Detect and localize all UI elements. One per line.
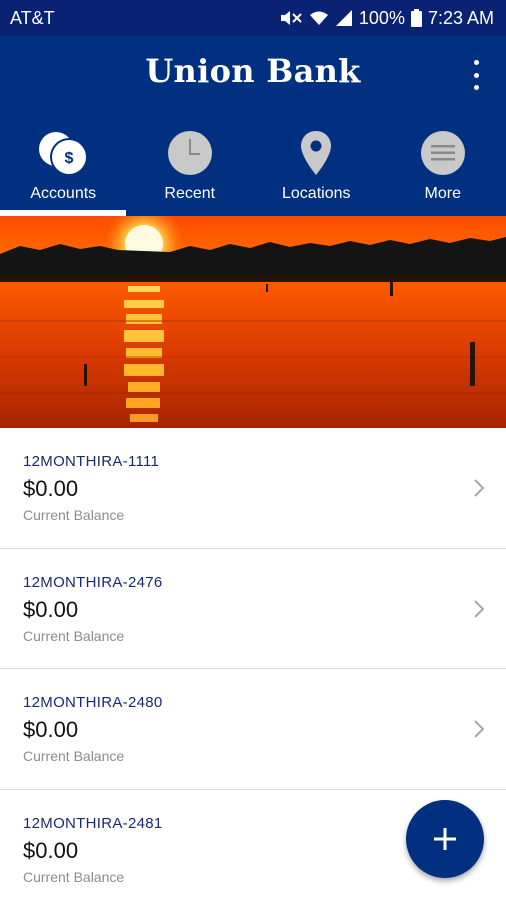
chevron-right-icon	[474, 599, 485, 618]
account-row[interactable]: 12MONTHIRA-1111 $0.00 Current Balance	[0, 428, 506, 549]
tab-bar: $ Accounts Recent Locations More	[0, 112, 506, 216]
app-bar: Union Bank	[0, 36, 506, 112]
tab-locations-label: Locations	[282, 185, 351, 202]
status-bar: AT&T 100% 7:23 AM	[0, 0, 506, 36]
tab-accounts[interactable]: $ Accounts	[0, 112, 127, 216]
tab-more-label: More	[424, 185, 461, 202]
wifi-icon	[309, 9, 329, 27]
battery-icon	[410, 9, 422, 27]
clock-icon	[167, 128, 213, 178]
account-balance: $0.00	[23, 596, 79, 622]
balance-caption: Current Balance	[23, 507, 125, 523]
sunset-banner-image	[0, 216, 506, 428]
status-indicators: 100% 7:23 AM	[279, 8, 494, 29]
account-name: 12MONTHIRA-2476	[23, 573, 163, 591]
menu-icon	[420, 128, 466, 178]
account-name: 12MONTHIRA-1111	[23, 453, 160, 470]
tab-recent[interactable]: Recent	[127, 112, 254, 216]
mute-icon	[279, 9, 303, 27]
tab-locations[interactable]: Locations	[253, 112, 380, 216]
account-row[interactable]: 12MONTHIRA-2476 $0.00 Current Balance	[0, 548, 506, 669]
account-balance: $0.00	[23, 717, 79, 742]
more-vert-icon[interactable]	[468, 60, 484, 90]
coins-icon: $	[36, 128, 90, 178]
clock-time: 7:23 AM	[427, 7, 494, 28]
add-button[interactable]	[406, 800, 484, 878]
app-title: Union Bank	[145, 52, 361, 90]
svg-text:$: $	[65, 150, 74, 167]
battery-percent: 100%	[358, 7, 405, 28]
account-balance: $0.00	[23, 476, 79, 501]
map-pin-icon	[299, 128, 333, 178]
chevron-right-icon	[474, 479, 485, 497]
balance-caption: Current Balance	[23, 868, 125, 885]
tab-recent-label: Recent	[164, 185, 216, 202]
tab-accounts-label: Accounts	[30, 185, 97, 202]
account-name: 12MONTHIRA-2481	[23, 814, 163, 832]
account-row[interactable]: 12MONTHIRA-2480 $0.00 Current Balance	[0, 669, 506, 790]
chevron-right-icon	[474, 720, 485, 738]
signal-icon	[335, 9, 353, 27]
add-icon	[434, 828, 456, 850]
carrier-label: AT&T	[10, 7, 55, 28]
account-name: 12MONTHIRA-2480	[23, 694, 163, 711]
balance-caption: Current Balance	[23, 627, 125, 644]
account-balance: $0.00	[23, 837, 79, 863]
balance-caption: Current Balance	[23, 748, 125, 764]
tab-more[interactable]: More	[380, 112, 506, 216]
